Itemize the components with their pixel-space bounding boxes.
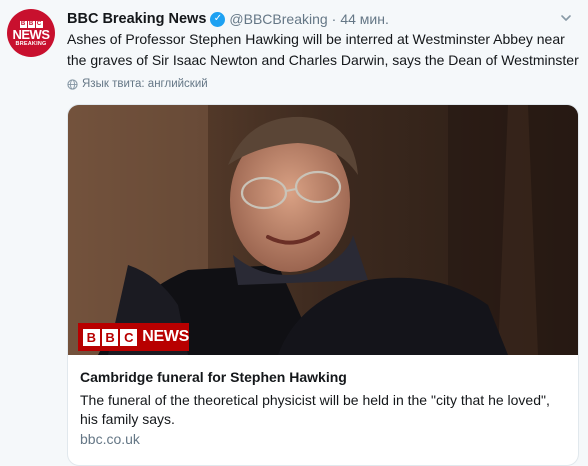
card-description: The funeral of the theoretical physicist… <box>80 392 550 427</box>
avatar-news-text: NEWS <box>12 26 51 42</box>
tweet-text: Ashes of Professor Stephen Hawking will … <box>67 31 579 68</box>
logo-news-word: NEWS <box>142 328 190 345</box>
logo-block-b1: B <box>83 328 100 346</box>
bbc-news-logo: B B C NEWS <box>78 323 189 351</box>
translate-note-text: Язык твита: английский <box>82 78 208 90</box>
logo-block-c: C <box>120 328 138 346</box>
verified-badge-icon: ✓ <box>210 11 226 27</box>
avatar-breaking-text: BREAKING <box>15 40 47 47</box>
tweet-header: BBC Breaking News ✓ @BBCBreaking · 44 ми… <box>67 9 548 29</box>
avatar[interactable]: B B C NEWS BREAKING <box>7 9 55 57</box>
card-photo <box>68 105 578 355</box>
link-card[interactable]: B B C NEWS Cambridge funeral for Stephen… <box>67 104 579 466</box>
chevron-down-icon[interactable] <box>560 12 572 24</box>
author-name[interactable]: BBC Breaking News <box>67 11 206 27</box>
logo-block-b2: B <box>101 328 119 346</box>
separator-dot: · <box>331 11 337 27</box>
card-domain: bbc.co.uk <box>80 431 140 447</box>
tweet-time[interactable]: 44 мин. <box>340 11 389 27</box>
card-title[interactable]: Cambridge funeral for Stephen Hawking <box>80 369 347 385</box>
globe-icon <box>67 78 78 90</box>
author-handle[interactable]: @BBCBreaking <box>229 11 327 27</box>
tweet[interactable]: B B C NEWS BREAKING BBC Breaking News ✓ … <box>0 0 588 466</box>
translate-note[interactable]: Язык твита: английский <box>67 77 208 91</box>
